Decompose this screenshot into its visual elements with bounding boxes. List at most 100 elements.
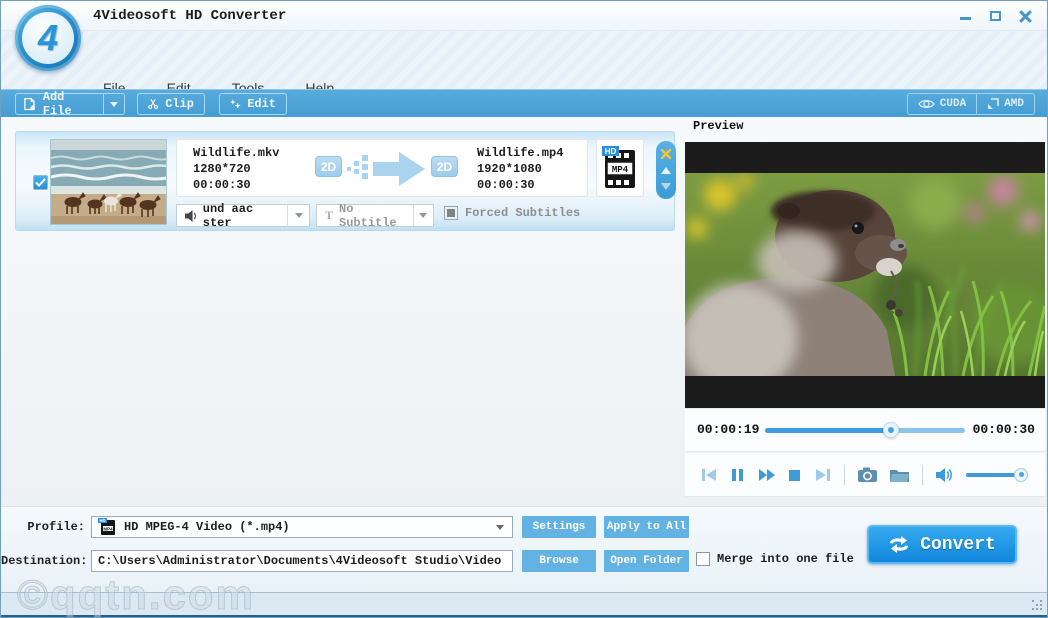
format-hd-label: HD [605, 147, 617, 156]
volume-knob[interactable] [1014, 468, 1028, 482]
conversion-info-panel: Wildlife.mkv 1280*720 00:00:30 2D 2D [176, 139, 588, 197]
pause-button[interactable] [730, 467, 745, 483]
file-list-item[interactable]: Wildlife.mkv 1280*720 00:00:30 2D 2D [15, 131, 675, 231]
scissors-icon [148, 97, 158, 111]
profile-label: Profile: [1, 520, 85, 534]
fast-forward-button[interactable] [758, 467, 775, 483]
convert-icon [888, 536, 910, 553]
stop-button[interactable] [788, 467, 802, 483]
next-frame-icon [815, 467, 831, 483]
pause-icon [730, 467, 745, 483]
merge-checkbox[interactable] [696, 552, 710, 566]
browse-button[interactable]: Browse [522, 550, 596, 572]
chevron-down-icon [110, 102, 118, 107]
progress-slider[interactable] [765, 428, 965, 433]
subtitle-select[interactable]: T No Subtitle [316, 204, 434, 227]
chevron-down-icon [496, 525, 504, 530]
previous-frame-icon [701, 467, 717, 483]
title-bar: 4Videosoft HD Converter [1, 1, 1047, 31]
cuda-label: CUDA [940, 98, 966, 110]
format-ext-label: MP4 [612, 165, 629, 175]
main-area: Wildlife.mkv 1280*720 00:00:30 2D 2D [1, 117, 1047, 506]
open-folder-button[interactable]: Open Folder [604, 550, 689, 572]
arrow-down-icon [661, 183, 671, 190]
stars-icon [230, 97, 241, 112]
progress-knob[interactable] [883, 422, 899, 438]
convert-arrow-icon [373, 150, 425, 188]
resize-grip[interactable] [1032, 600, 1044, 612]
app-logo-icon: 4 [15, 5, 81, 71]
merge-label: Merge into one file [717, 552, 854, 566]
forced-subtitles-control[interactable]: Forced Subtitles [444, 206, 580, 220]
chevron-down-icon [295, 213, 303, 218]
clip-button[interactable]: Clip [137, 93, 205, 115]
profile-select[interactable]: MP4 HD HD MPEG-4 Video (*.mp4) [91, 516, 513, 538]
subtitle-value: No Subtitle [339, 202, 413, 230]
file-select-checkbox[interactable] [33, 175, 48, 190]
merge-control[interactable]: Merge into one file [696, 552, 854, 566]
dots-trail-icon [347, 155, 371, 181]
open-output-folder-button[interactable] [890, 468, 909, 482]
apply-to-all-button[interactable]: Apply to All [604, 516, 689, 538]
destination-input[interactable] [91, 550, 513, 572]
speaker-icon [185, 210, 197, 222]
audio-track-value: und aac ster [203, 202, 288, 230]
move-down-button[interactable] [659, 180, 673, 192]
output-settings-panel: Profile: MP4 HD HD MPEG-4 Video (*.mp4) … [1, 506, 1047, 592]
mute-button[interactable] [936, 467, 953, 483]
maximize-button[interactable] [989, 9, 1003, 23]
previous-frame-button[interactable] [701, 467, 717, 483]
divider [844, 465, 845, 485]
divider [922, 465, 923, 485]
cuda-badge[interactable]: CUDA [908, 94, 976, 114]
forced-subtitles-label: Forced Subtitles [465, 206, 580, 220]
window-title: 4Videosoft HD Converter [93, 1, 286, 31]
svg-text:HD: HD [99, 518, 105, 523]
current-time: 00:00:19 [697, 422, 759, 437]
nvidia-cuda-icon [918, 98, 935, 110]
check-icon [35, 178, 46, 187]
window-controls [959, 1, 1033, 31]
edit-label: Edit [247, 97, 276, 111]
add-file-button[interactable]: Add File [15, 93, 125, 115]
volume-icon [936, 467, 953, 483]
target-duration: 00:00:30 [477, 177, 563, 193]
gpu-acceleration-badges: CUDA AMD [907, 93, 1035, 115]
edit-button[interactable]: Edit [219, 93, 287, 115]
minimize-button[interactable] [959, 9, 973, 23]
volume-slider[interactable] [966, 473, 1028, 477]
target-file-info: Wildlife.mp4 1920*1080 00:00:30 [477, 145, 563, 193]
subtitle-T-icon: T [325, 208, 333, 223]
close-button[interactable] [1019, 9, 1033, 23]
badge-2d-source: 2D [315, 156, 342, 177]
amd-icon [987, 98, 999, 110]
settings-button[interactable]: Settings [522, 516, 596, 538]
source-file-name: Wildlife.mkv [193, 145, 279, 161]
preview-video-area[interactable] [685, 142, 1045, 408]
add-file-dropdown-button[interactable] [103, 94, 124, 114]
source-duration: 00:00:30 [193, 177, 279, 193]
snapshot-button[interactable] [858, 467, 877, 482]
remove-file-button[interactable] [659, 148, 673, 160]
add-file-label: Add File [43, 90, 95, 118]
minimize-icon [960, 17, 971, 20]
audio-track-select[interactable]: und aac ster [176, 204, 310, 227]
target-file-name: Wildlife.mp4 [477, 145, 563, 161]
menu-bar: File Edit Tools Help [1, 31, 1047, 89]
video-thumbnail [50, 139, 167, 225]
svg-text:MP4: MP4 [103, 526, 113, 531]
move-up-button[interactable] [659, 164, 673, 176]
folder-icon [890, 468, 909, 482]
amd-badge[interactable]: AMD [976, 94, 1034, 114]
chevron-down-icon [419, 213, 427, 218]
mp4-film-icon: MP4 HD [602, 145, 638, 191]
stop-icon [788, 467, 802, 483]
forced-subtitles-checkbox[interactable] [444, 206, 458, 220]
next-frame-button[interactable] [815, 467, 831, 483]
add-file-icon [24, 97, 36, 112]
playback-progress-row: 00:00:19 00:00:30 [685, 408, 1045, 452]
badge-2d-target: 2D [431, 156, 458, 177]
remove-x-icon [661, 149, 671, 159]
preview-label: Preview [693, 119, 743, 133]
convert-button[interactable]: Convert [867, 525, 1017, 564]
